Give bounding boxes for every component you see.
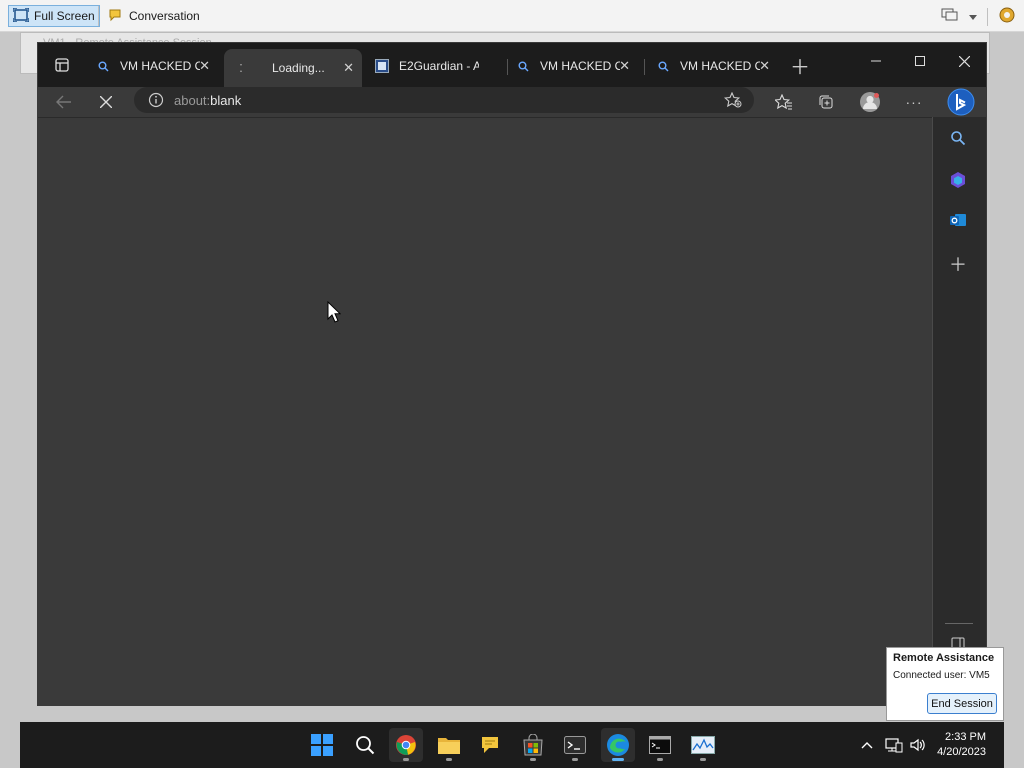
running-indicator <box>403 758 409 761</box>
chat-icon <box>108 7 124 26</box>
full-screen-label: Full Screen <box>34 9 95 23</box>
search-icon <box>656 59 670 73</box>
clock[interactable]: 2:33 PM 4/20/2023 <box>937 730 986 760</box>
search-icon[interactable] <box>945 125 971 151</box>
url-text: about:blank <box>174 93 241 108</box>
terminal-icon[interactable] <box>558 728 592 762</box>
tab-close-icon[interactable]: ✕ <box>199 58 210 74</box>
tab-actions-icon[interactable] <box>50 53 74 77</box>
tab-title: VM HACKED O <box>680 59 760 73</box>
start-button-icon[interactable] <box>305 728 339 762</box>
toolbar-right-group <box>941 6 1016 27</box>
address-bar[interactable]: about:blank <box>134 87 754 113</box>
edge-sidebar: ＋ <box>932 117 986 705</box>
add-favorite-icon[interactable] <box>723 91 742 111</box>
conversation-label: Conversation <box>129 9 200 23</box>
connected-user-name: VM5 <box>969 670 990 681</box>
tab-close-icon[interactable]: ✕ <box>759 58 770 74</box>
tab-title: VM HACKED O <box>540 59 620 73</box>
running-indicator <box>446 758 452 761</box>
tab-divider <box>644 59 645 75</box>
tab-vm-hacked-3[interactable]: VM HACKED O ✕ <box>646 51 778 81</box>
url-path: blank <box>210 92 242 108</box>
outlook-icon[interactable] <box>945 207 971 233</box>
tab-title: VM HACKED O <box>120 59 200 73</box>
stop-loading-icon[interactable] <box>94 90 118 114</box>
collections-icon[interactable] <box>814 90 838 114</box>
taskbar: 2:33 PM 4/20/2023 <box>20 722 1004 768</box>
file-explorer-icon[interactable] <box>432 728 466 762</box>
help-icon[interactable] <box>998 6 1016 27</box>
tab-close-icon[interactable]: ✕ <box>619 58 630 74</box>
tab-title: Loading... <box>272 61 325 75</box>
feedback-hub-icon[interactable] <box>473 728 507 762</box>
favorites-icon[interactable] <box>772 90 796 114</box>
maximize-icon[interactable] <box>898 43 942 79</box>
page-icon <box>375 59 389 73</box>
profile-avatar-icon[interactable] <box>858 90 882 114</box>
window-controls <box>854 43 986 79</box>
chevron-up-icon[interactable] <box>861 741 873 749</box>
new-tab-icon[interactable]: ＋ <box>788 53 812 79</box>
remote-assistance-toolbar: Full Screen Conversation <box>0 0 1024 32</box>
volume-icon[interactable] <box>909 737 927 753</box>
search-icon <box>516 59 530 73</box>
system-tray: 2:33 PM 4/20/2023 <box>861 722 1004 768</box>
clock-date: 4/20/2023 <box>937 746 986 758</box>
bing-chat-icon[interactable] <box>946 87 976 117</box>
connected-label: Connected user: <box>893 670 967 681</box>
clock-time: 2:33 PM <box>945 731 986 743</box>
tab-bar: VM HACKED O ✕ ⁚ Loading... ✕ E2Guardian … <box>38 43 986 87</box>
toolbar-divider <box>98 6 99 26</box>
popup-title: Remote Assistance <box>893 652 995 664</box>
tab-vm-hacked-2[interactable]: VM HACKED O ✕ <box>506 51 638 81</box>
page-content[interactable] <box>38 117 932 705</box>
running-indicator <box>530 758 536 761</box>
end-session-button[interactable]: End Session <box>927 693 997 714</box>
running-indicator <box>572 758 578 761</box>
active-indicator <box>612 758 624 761</box>
back-arrow-icon[interactable] <box>52 90 76 114</box>
minimize-icon[interactable] <box>854 43 898 79</box>
store-icon[interactable] <box>516 728 550 762</box>
add-icon[interactable]: ＋ <box>945 251 971 277</box>
close-icon[interactable] <box>942 43 986 79</box>
edge-browser-window: VM HACKED O ✕ ⁚ Loading... ✕ E2Guardian … <box>37 42 987 706</box>
tab-vm-hacked-1[interactable]: VM HACKED O ✕ <box>86 51 218 81</box>
search-icon <box>96 59 110 73</box>
tab-title: E2Guardian - A <box>399 59 479 73</box>
tab-close-icon[interactable]: ✕ <box>343 60 354 76</box>
chrome-icon[interactable] <box>389 728 423 762</box>
dropdown-arrow-icon[interactable] <box>969 10 977 24</box>
more-options-icon[interactable]: ··· <box>902 90 926 114</box>
mouse-cursor-icon <box>327 300 342 326</box>
network-icon[interactable] <box>885 737 903 753</box>
full-screen-icon <box>12 6 30 25</box>
toolbar-divider <box>987 7 988 26</box>
resource-monitor-icon[interactable] <box>686 728 720 762</box>
sidebar-divider <box>945 623 973 624</box>
remote-assistance-status-panel: Remote Assistance Connected user: VM5 En… <box>886 647 1004 721</box>
conversation-button[interactable]: Conversation <box>104 5 204 27</box>
edge-icon[interactable] <box>601 728 635 762</box>
tab-e2guardian[interactable]: E2Guardian - A <box>365 51 503 81</box>
monitor-icon[interactable] <box>941 7 959 26</box>
url-prefix: about: <box>174 92 211 108</box>
running-indicator <box>657 758 663 761</box>
connected-user-line: Connected user: VM5 <box>893 670 997 681</box>
tab-loading[interactable]: ⁚ Loading... ✕ <box>224 49 362 87</box>
command-prompt-icon[interactable] <box>643 728 677 762</box>
loading-icon: ⁚ <box>239 62 243 75</box>
info-icon[interactable] <box>148 92 164 108</box>
taskbar-search-icon[interactable] <box>348 728 382 762</box>
full-screen-button[interactable]: Full Screen <box>8 5 100 27</box>
office-icon[interactable] <box>945 167 971 193</box>
address-toolbar: about:blank ··· <box>38 87 986 117</box>
running-indicator <box>700 758 706 761</box>
